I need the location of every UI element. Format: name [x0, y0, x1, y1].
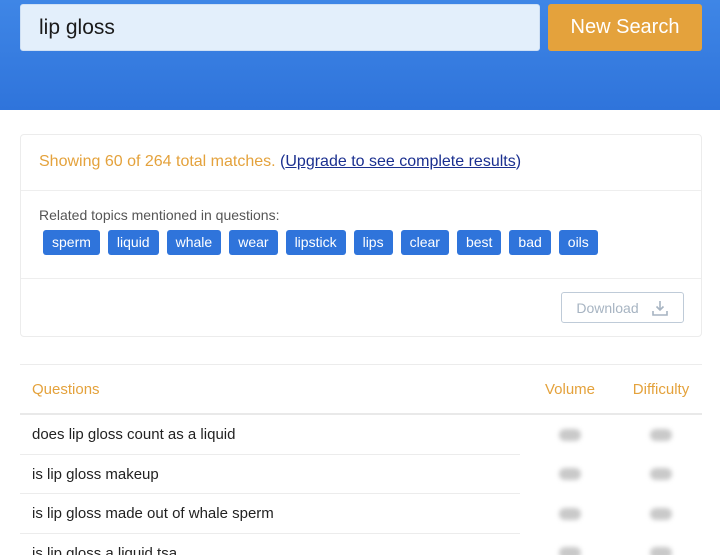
paren-close: ): [515, 153, 522, 170]
topic-tag[interactable]: sperm: [43, 230, 100, 255]
related-topics: Related topics mentioned in questions: s…: [21, 191, 701, 279]
blurred-volume: [559, 468, 581, 481]
topic-tag[interactable]: best: [456, 230, 502, 255]
blurred-difficulty: [650, 507, 672, 520]
question-text[interactable]: is lip gloss makeup: [20, 466, 520, 483]
questions-column-header[interactable]: Questions: [20, 381, 520, 398]
table-header: Questions Volume Difficulty: [20, 364, 702, 415]
volume-column-header[interactable]: Volume: [520, 381, 620, 398]
blurred-volume: [559, 547, 581, 555]
topic-tag[interactable]: whale: [166, 230, 222, 255]
upgrade-link[interactable]: Upgrade to see complete results: [285, 153, 515, 170]
difficulty-cell: [620, 428, 702, 441]
related-topics-label: Related topics mentioned in questions:: [39, 207, 280, 223]
volume-cell: [520, 428, 620, 441]
download-icon: [651, 300, 668, 316]
blurred-difficulty: [650, 547, 672, 555]
search-header: New Search: [0, 0, 720, 110]
difficulty-cell: [620, 468, 702, 481]
topic-tag[interactable]: bad: [509, 230, 551, 255]
new-search-button[interactable]: New Search: [548, 4, 702, 51]
table-row[interactable]: does lip gloss count as a liquid: [20, 415, 702, 455]
questions-table: Questions Volume Difficulty does lip glo…: [20, 364, 702, 555]
difficulty-cell: [620, 507, 702, 520]
volume-cell: [520, 507, 620, 520]
blurred-difficulty: [650, 428, 672, 441]
table-row[interactable]: is lip gloss makeup: [20, 455, 702, 494]
blurred-difficulty: [650, 468, 672, 481]
table-row[interactable]: is lip gloss a liquid tsa: [20, 534, 702, 555]
difficulty-column-header[interactable]: Difficulty: [620, 381, 702, 398]
match-count-text: Showing 60 of 264 total matches.: [39, 153, 276, 170]
search-input[interactable]: [20, 4, 540, 51]
topic-tag[interactable]: lips: [353, 230, 393, 255]
blurred-volume: [559, 507, 581, 520]
volume-cell: [520, 547, 620, 555]
match-summary: Showing 60 of 264 total matches. (Upgrad…: [21, 135, 701, 191]
topic-tag[interactable]: oils: [558, 230, 598, 255]
results-card: Showing 60 of 264 total matches. (Upgrad…: [20, 134, 702, 337]
download-button[interactable]: Download: [561, 292, 684, 323]
question-text[interactable]: is lip gloss made out of whale sperm: [20, 505, 520, 522]
topic-tag[interactable]: liquid: [107, 230, 159, 255]
download-label: Download: [576, 299, 639, 316]
difficulty-cell: [620, 547, 702, 555]
topic-tag[interactable]: clear: [400, 230, 449, 255]
topic-tags: sperm liquid whale wear lipstick lips cl…: [39, 230, 701, 255]
table-row[interactable]: is lip gloss made out of whale sperm: [20, 494, 702, 534]
topic-tag[interactable]: lipstick: [285, 230, 346, 255]
blurred-volume: [559, 428, 581, 441]
volume-cell: [520, 468, 620, 481]
question-text[interactable]: is lip gloss a liquid tsa: [20, 545, 520, 555]
topic-tag[interactable]: wear: [229, 230, 278, 255]
question-text[interactable]: does lip gloss count as a liquid: [20, 426, 520, 443]
